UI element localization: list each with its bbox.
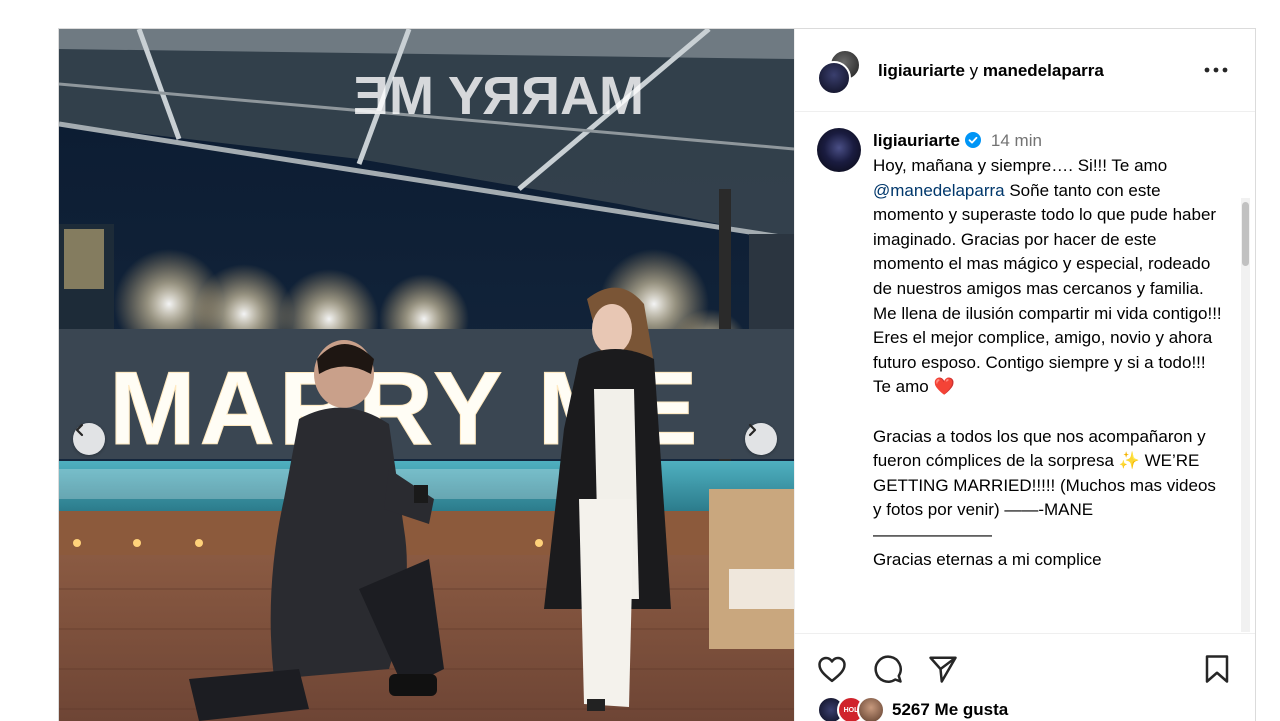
caption-body: Soñe tanto con este momento y superaste … [873,180,1227,397]
avatar[interactable] [817,128,861,172]
bookmark-icon [1205,655,1229,683]
like-button[interactable] [815,652,849,686]
header-usernames: ligiauriarte y manedelaparra [878,61,1104,81]
carousel-next-button[interactable] [745,423,777,455]
header-user-link[interactable]: ligiauriarte [878,61,965,80]
chevron-left-icon [75,423,84,437]
avatar [857,696,885,721]
header-user-link[interactable]: manedelaparra [983,61,1104,80]
caption-line: Hoy, mañana y siempre…. Si!!! Te amo [873,156,1168,175]
comment-icon [874,655,902,683]
caption-body: Gracias a todos los que nos acompañaron … [873,426,1221,520]
more-icon [1204,67,1228,73]
instagram-post: MARRY ME MARRY ME ligiauriarte y manedel… [58,28,1256,721]
caption-body: Gracias eternas a mi complice [873,549,1102,569]
post-side-panel: ligiauriarte y manedelaparra ligiauriart… [794,29,1255,721]
caption-header: ligiauriarte 14 min [873,130,1042,152]
proposal-photo: MARRY ME MARRY ME [59,29,794,721]
chevron-right-icon [748,423,757,437]
caption-text: Hoy, mañana y siempre…. Si!!! Te amo @ma… [873,154,1223,572]
carousel-prev-button[interactable] [73,423,105,455]
collab-avatars[interactable] [817,49,861,95]
header-connector: y [969,61,979,80]
heart-icon [818,656,846,683]
post-header: ligiauriarte y manedelaparra [795,29,1255,112]
action-bar: HOL 5267 Me gusta [795,633,1255,721]
share-button[interactable] [926,652,960,686]
post-photo[interactable]: MARRY ME MARRY ME [59,29,794,721]
scrollbar[interactable] [1241,198,1250,632]
caption-area: ligiauriarte 14 min Hoy, mañana y siempr… [795,112,1255,632]
avatar [817,61,851,95]
save-button[interactable] [1200,652,1234,686]
verified-icon [964,132,981,148]
svg-text:MARRY ME: MARRY ME [353,66,644,126]
caption-divider: ——————— [873,524,992,544]
scrollbar-thumb[interactable] [1242,202,1249,266]
share-icon [929,656,957,683]
mention-link[interactable]: @manedelaparra [873,181,1005,200]
comment-button[interactable] [871,652,905,686]
post-timestamp: 14 min [990,131,1042,150]
caption-username[interactable]: ligiauriarte [873,131,960,150]
more-options-button[interactable] [1203,57,1229,83]
likes-count[interactable]: 5267 Me gusta [892,700,1008,720]
